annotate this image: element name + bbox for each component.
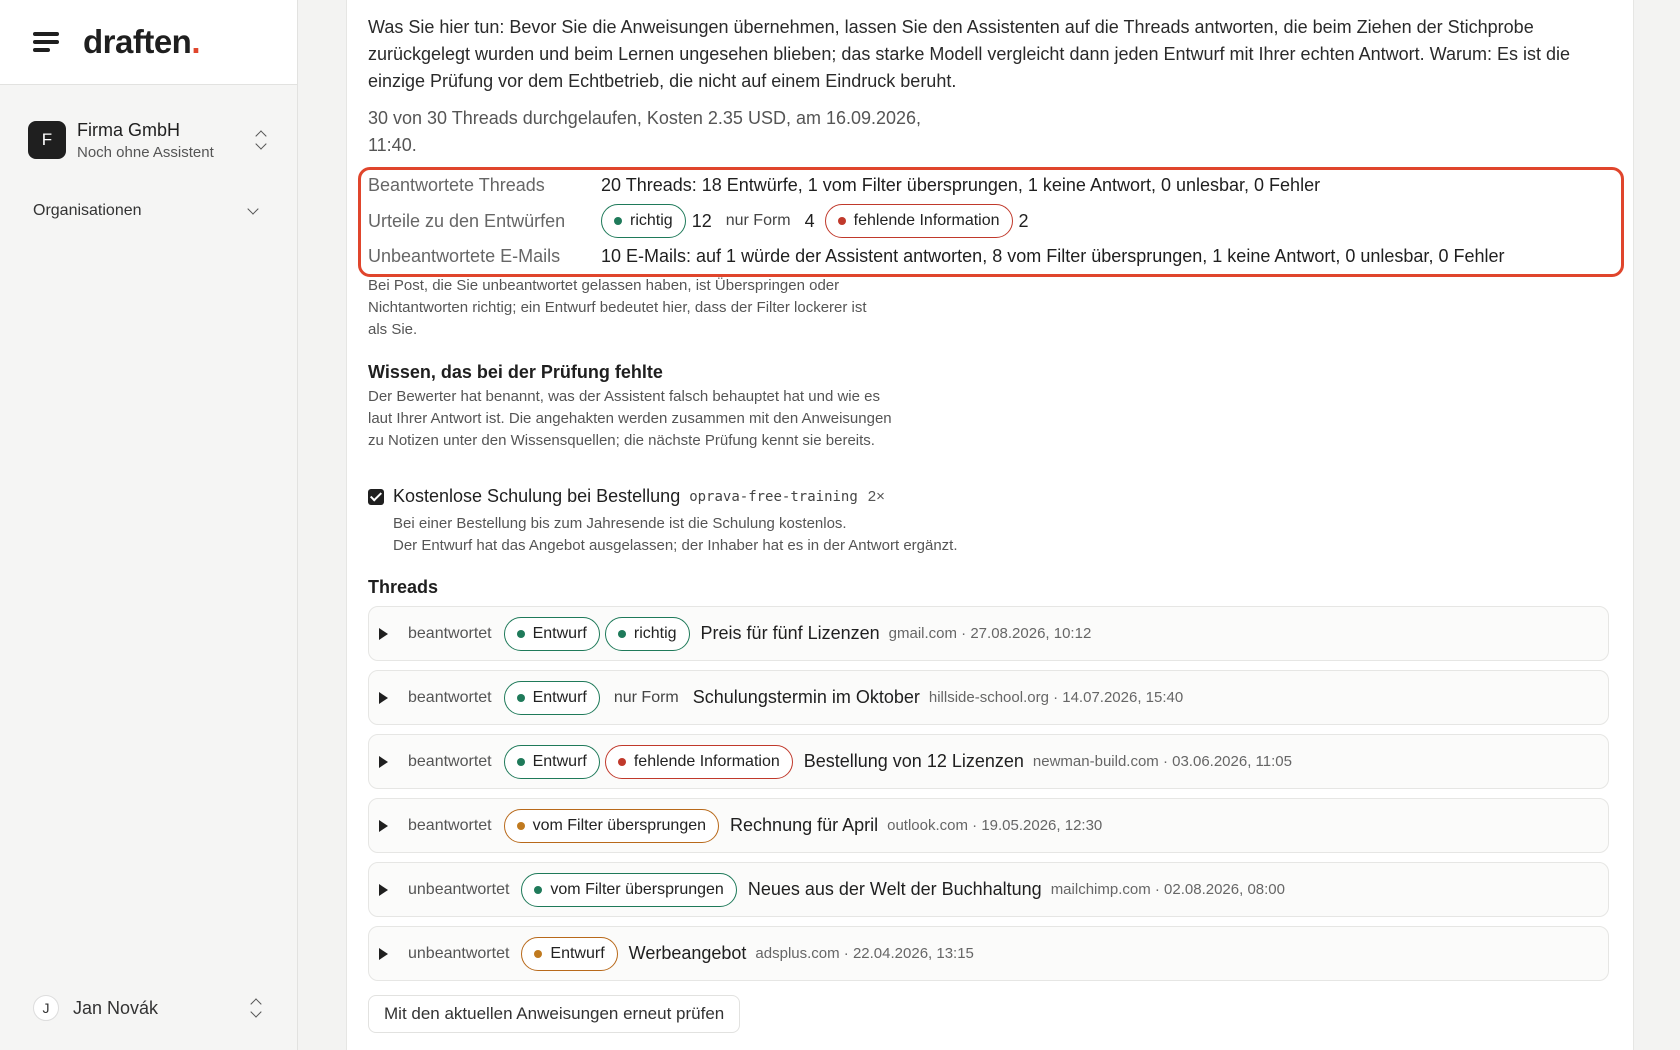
thread-tag-verdict: richtig — [604, 616, 690, 651]
org-subtitle: Noch ohne Assistent — [77, 143, 214, 161]
thread-tag-draft: Entwurf — [503, 744, 600, 779]
thread-row[interactable]: beantwortet Entwurf fehlende Information… — [368, 734, 1609, 789]
thread-status: unbeantwortet — [408, 880, 510, 898]
thread-tag-draft: Entwurf — [521, 936, 618, 971]
expand-icon[interactable] — [379, 755, 388, 768]
stat-answered: Beantwortete Threads 20 Threads: 18 Entw… — [368, 175, 1320, 196]
stat-unanswered-label: Unbeantwortete E-Mails — [368, 246, 561, 266]
chevron-down-icon — [247, 203, 259, 215]
thread-row[interactable]: beantwortet vom Filter übersprungen Rech… — [368, 798, 1609, 853]
thread-subject: Werbeangebot — [628, 943, 747, 963]
thread-tag-filter: vom Filter übersprungen — [521, 872, 737, 907]
knowledge-item-explanation: Der Entwurf hat das Angebot ausgelassen;… — [393, 537, 958, 554]
expand-icon[interactable] — [379, 819, 388, 832]
expand-icon[interactable] — [379, 947, 388, 960]
thread-subject: Bestellung von 12 Lizenzen — [803, 751, 1024, 771]
stat-unanswered-value: 10 E-Mails: auf 1 würde der Assistent an… — [601, 246, 1505, 266]
thread-row[interactable]: unbeantwortet vom Filter übersprungen Ne… — [368, 862, 1609, 917]
thread-status: unbeantwortet — [408, 944, 510, 962]
knowledge-item-fact: Bei einer Bestellung bis zum Jahresende … — [393, 515, 847, 532]
intro-text: Was Sie hier tun: Bevor Sie die Anweisun… — [368, 17, 1570, 91]
stat-verdicts: Urteile zu den Entwürfen richtig 12 nur … — [368, 204, 1039, 238]
thread-subject: Neues aus der Welt der Buchhaltung — [747, 879, 1042, 899]
thread-tag-draft: Entwurf — [503, 616, 600, 651]
stat-answered-value: 20 Threads: 18 Entwürfe, 1 vom Filter üb… — [601, 175, 1321, 195]
knowledge-item: Kostenlose Schulung bei Bestellung oprav… — [368, 486, 1068, 557]
knowledge-checkbox[interactable] — [368, 488, 384, 505]
thread-tag-verdict: nur Form — [613, 688, 679, 706]
stat-verdicts-label: Urteile zu den Entwürfen — [368, 210, 566, 231]
thread-subject: Schulungstermin im Oktober — [692, 687, 920, 707]
expand-icon[interactable] — [379, 883, 388, 896]
thread-meta: mailchimp.com · 02.08.2026, 08:00 — [1050, 881, 1285, 898]
thread-status: beantwortet — [408, 752, 492, 770]
org-avatar: F — [28, 121, 66, 159]
knowledge-description: Der Bewerter hat benannt, was der Assist… — [368, 388, 892, 449]
thread-row[interactable]: beantwortet Entwurf nur Form Schulungste… — [368, 670, 1609, 725]
knowledge-item-count: 2× — [867, 488, 885, 505]
verdict-missing-badge[interactable]: fehlende Information — [824, 204, 1013, 238]
run-info: 30 von 30 Threads durchgelaufen, Kosten … — [368, 108, 922, 155]
organisations-toggle[interactable]: Organisationen — [33, 200, 263, 222]
verdict-form-count: 4 — [804, 210, 815, 231]
verdict-correct-badge[interactable]: richtig — [601, 204, 686, 238]
thread-tag-draft: Entwurf — [503, 680, 600, 715]
thread-status: beantwortet — [408, 624, 492, 642]
thread-tag-verdict: fehlende Information — [604, 744, 793, 779]
thread-status: beantwortet — [408, 688, 492, 706]
knowledge-heading: Wissen, das bei der Prüfung fehlte — [368, 362, 663, 382]
chevron-updown-icon — [249, 998, 263, 1018]
user-name: Jan Novák — [73, 997, 159, 1018]
unanswered-note: Bei Post, die Sie unbeantwortet gelassen… — [368, 277, 867, 338]
chevron-updown-icon — [254, 130, 268, 150]
status-dot — [614, 217, 622, 225]
sidebar-header: draften. — [0, 0, 297, 85]
user-avatar: J — [33, 995, 59, 1021]
status-dot — [837, 217, 846, 225]
thread-subject: Preis für fünf Lizenzen — [700, 623, 880, 643]
verdict-missing-count: 2 — [1018, 210, 1029, 231]
thread-status: beantwortet — [408, 816, 492, 834]
recheck-button[interactable]: Mit den aktuellen Anweisungen erneut prü… — [368, 995, 741, 1033]
thread-meta: newman-build.com · 03.06.2026, 11:05 — [1032, 753, 1292, 770]
thread-row[interactable]: unbeantwortet Entwurf Werbeangebot adspl… — [368, 926, 1609, 981]
thread-tag-filter: vom Filter übersprungen — [503, 808, 720, 843]
organisations-label: Organisationen — [33, 202, 142, 219]
org-switcher[interactable]: F Firma GmbH Noch ohne Assistent — [28, 115, 268, 165]
thread-meta: gmail.com · 27.08.2026, 10:12 — [888, 625, 1092, 642]
sidebar: draften. F Firma GmbH Noch ohne Assisten… — [0, 0, 298, 1050]
verdict-form-label[interactable]: nur Form — [726, 212, 791, 230]
thread-meta: outlook.com · 19.05.2026, 12:30 — [887, 817, 1103, 834]
thread-row[interactable]: beantwortet Entwurf richtig Preis für fü… — [368, 606, 1609, 661]
stat-unanswered: Unbeantwortete E-Mails 10 E-Mails: auf 1… — [368, 246, 1504, 267]
logo[interactable]: draften. — [83, 23, 200, 61]
expand-icon[interactable] — [379, 627, 388, 640]
stat-answered-label: Beantwortete Threads — [368, 175, 545, 195]
verdict-correct-count: 12 — [691, 210, 712, 231]
thread-meta: adsplus.com · 22.04.2026, 13:15 — [755, 945, 974, 962]
org-name: Firma GmbH — [77, 119, 180, 140]
user-menu[interactable]: J Jan Novák — [33, 994, 263, 1022]
menu-icon[interactable] — [33, 32, 59, 52]
knowledge-item-code: oprava-free-training — [689, 488, 858, 505]
expand-icon[interactable] — [379, 691, 388, 704]
threads-heading: Threads — [368, 577, 439, 597]
thread-subject: Rechnung für April — [730, 815, 879, 835]
thread-meta: hillside-school.org · 14.07.2026, 15:40 — [928, 689, 1184, 706]
knowledge-item-title: Kostenlose Schulung bei Bestellung — [393, 486, 681, 506]
